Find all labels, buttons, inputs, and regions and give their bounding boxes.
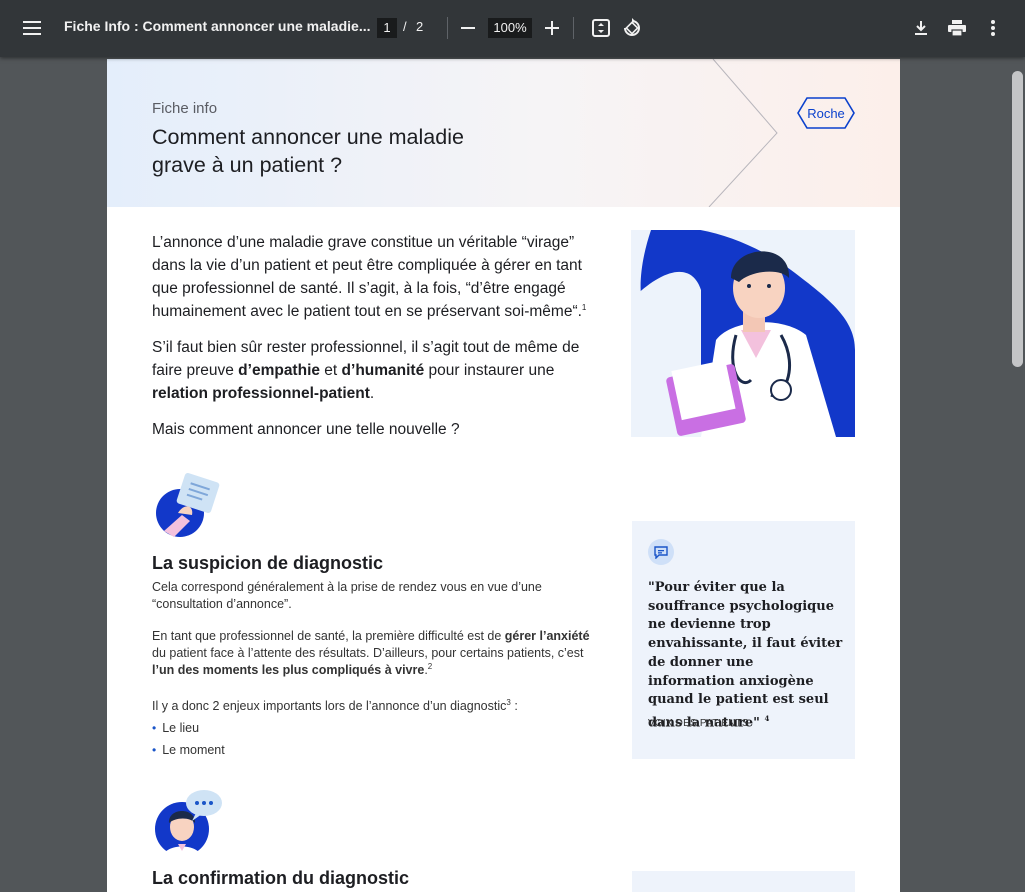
- fit-page-icon[interactable]: [590, 17, 612, 39]
- document-label: Fiche info: [152, 100, 218, 117]
- page-separator: /: [403, 19, 407, 34]
- document-header: Fiche info Comment annoncer une maladie …: [107, 59, 900, 207]
- toolbar-divider: [573, 17, 574, 39]
- pdf-page: Fiche info Comment annoncer une maladie …: [107, 59, 900, 892]
- intro-paragraph: L’annonce d’une maladie grave constitue …: [152, 234, 587, 320]
- zoom-in-icon[interactable]: [542, 18, 562, 38]
- page-number-input[interactable]: 1: [377, 18, 397, 38]
- patient-quote: "Pour éviter que la souffrance psycholog…: [648, 580, 843, 731]
- scrollbar-thumb[interactable]: [1012, 71, 1023, 367]
- pdf-toolbar: Fiche Info : Comment annoncer une maladi…: [0, 0, 1025, 57]
- chevron-decoration: [708, 59, 778, 207]
- doctor-illustration: [631, 230, 855, 437]
- diagnostic-card-illustration: [156, 473, 220, 537]
- quote-source: VOIX DES PATIENTS: [648, 718, 749, 729]
- section-heading-suspicion: La suspicion de diagnostic: [152, 553, 384, 573]
- section-paragraph: Cela correspond généralement à la prise …: [152, 580, 542, 611]
- section-paragraph-stakes: Il y a donc 2 enjeux importants lors de …: [152, 697, 518, 713]
- more-options-icon[interactable]: [982, 17, 1004, 39]
- chat-bubble-icon: [648, 539, 674, 565]
- section-heading-confirmation: La confirmation du diagnostic: [152, 868, 410, 888]
- list-item: Le moment: [152, 739, 225, 761]
- quote-card: "Pour éviter que la souffrance psycholog…: [632, 521, 855, 759]
- menu-icon[interactable]: [14, 14, 50, 42]
- intro-question: Mais comment annoncer une telle nouvelle…: [152, 421, 460, 438]
- roche-logo: Roche: [797, 97, 855, 129]
- download-icon[interactable]: [910, 17, 932, 39]
- stakes-list: Le lieu Le moment: [152, 717, 225, 761]
- info-card: [632, 871, 855, 892]
- zoom-out-icon[interactable]: [458, 18, 478, 38]
- rotate-icon[interactable]: [621, 17, 643, 39]
- page-title: Comment annoncer une maladie grave à un …: [152, 125, 464, 177]
- intro-paragraph-empathy: S’il faut bien sûr rester professionnel,…: [152, 339, 580, 402]
- list-item: Le lieu: [152, 717, 225, 739]
- section-paragraph-anxiety: En tant que professionnel de santé, la p…: [152, 629, 590, 677]
- doctor-speech-illustration: [155, 790, 222, 857]
- svg-text:Roche: Roche: [807, 106, 845, 121]
- toolbar-divider: [447, 17, 448, 39]
- zoom-input[interactable]: 100%: [488, 18, 532, 38]
- document-title: Fiche Info : Comment annoncer une maladi…: [64, 18, 371, 34]
- print-icon[interactable]: [946, 17, 968, 39]
- page-total: 2: [416, 19, 424, 34]
